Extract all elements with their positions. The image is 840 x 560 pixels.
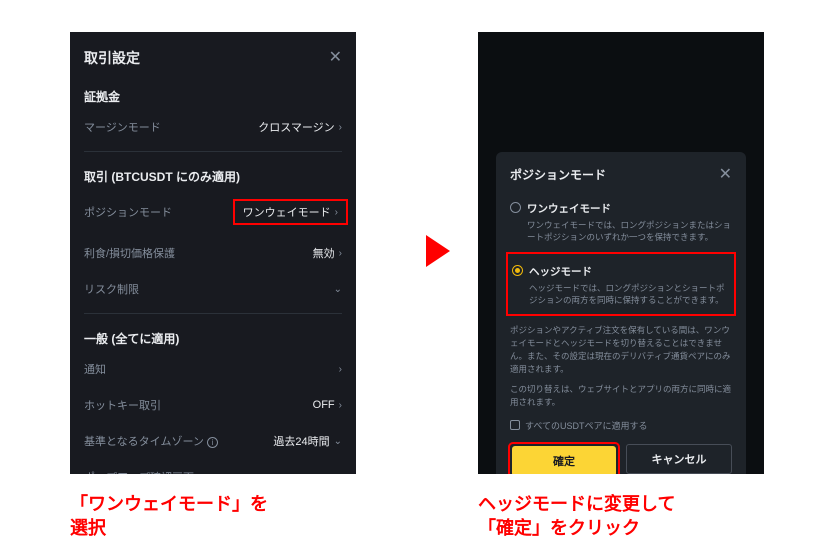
position-mode-value: ワンウェイモード: [243, 204, 331, 220]
checkbox-icon: [510, 420, 520, 430]
divider: [84, 313, 342, 314]
position-mode-label: ポジションモード: [84, 204, 172, 220]
popup-confirm-label: ポップアップ確認画面: [84, 469, 194, 474]
confirm-button[interactable]: 確定: [512, 446, 616, 474]
hotkey-row[interactable]: ホットキー取引 OFF ›: [70, 387, 356, 423]
oneway-desc: ワンウェイモードでは、ロングポジションまたはショートポジションのいずれか一つを保…: [527, 219, 732, 244]
hotkey-label: ホットキー取引: [84, 397, 161, 413]
panel-title: 取引設定: [84, 48, 140, 68]
oneway-option[interactable]: ワンウェイモード ワンウェイモードでは、ロングポジションまたはショートポジション…: [510, 195, 732, 252]
modal-note-2: この切り替えは、ウェブサイトとアプリの両方に同時に適用されます。: [510, 383, 732, 409]
oneway-name: ワンウェイモード: [527, 201, 611, 216]
arrow-right-icon: [426, 235, 450, 267]
position-mode-panel: ポジションモード ✕ ワンウェイモード ワンウェイモードでは、ロングポジションま…: [478, 32, 764, 474]
risk-limit-label: リスク制限: [84, 281, 139, 297]
timezone-row[interactable]: 基準となるタイムゾーンi 過去24時間 ⌄: [70, 423, 356, 459]
close-icon[interactable]: ✕: [719, 167, 732, 183]
chevron-down-icon: ⌄: [334, 472, 342, 475]
margin-mode-value: クロスマージン: [258, 119, 334, 135]
apply-all-checkbox[interactable]: すべてのUSDTペアに適用する: [510, 419, 732, 432]
position-mode-modal: ポジションモード ✕ ワンウェイモード ワンウェイモードでは、ロングポジションま…: [496, 152, 746, 474]
chevron-right-icon: ›: [339, 364, 342, 375]
section-margin: 証拠金: [70, 78, 356, 109]
caption-left: 「ワンウェイモード」を選択: [70, 492, 268, 541]
divider: [84, 151, 342, 152]
modal-title: ポジションモード: [510, 166, 606, 183]
hedge-option[interactable]: ヘッジモード ヘッジモードでは、ロングポジションとショートポジションの両方を同時…: [512, 258, 730, 309]
section-trade: 取引 (BTCUSDT にのみ適用): [70, 158, 356, 189]
chevron-right-icon: ›: [339, 400, 342, 411]
trade-settings-panel: 取引設定 ✕ 証拠金 マージンモード クロスマージン › 取引 (BTCUSDT…: [70, 32, 356, 474]
price-protect-label: 利食/損切価格保護: [84, 245, 175, 261]
modal-note-1: ポジションやアクティブ注文を保有している間は、ワンウェイモードとヘッジモードを切…: [510, 324, 732, 375]
timezone-value: 過去24時間: [273, 433, 329, 449]
price-protect-row[interactable]: 利食/損切価格保護 無効 ›: [70, 235, 356, 271]
radio-unselected-icon: [510, 202, 521, 213]
margin-mode-row[interactable]: マージンモード クロスマージン ›: [70, 109, 356, 145]
info-icon: i: [207, 437, 218, 448]
popup-confirm-row[interactable]: ポップアップ確認画面 ⌄: [70, 459, 356, 474]
hedge-name: ヘッジモード: [529, 264, 592, 279]
caption-right: ヘッジモードに変更して「確定」をクリック: [478, 492, 675, 541]
chevron-right-icon: ›: [335, 207, 338, 218]
chevron-down-icon: ⌄: [334, 284, 342, 295]
hotkey-value: OFF: [313, 399, 335, 411]
close-icon[interactable]: ✕: [329, 50, 342, 66]
hedge-desc: ヘッジモードでは、ロングポジションとショートポジションの両方を同時に保持すること…: [529, 282, 730, 307]
chevron-right-icon: ›: [339, 248, 342, 259]
notify-row[interactable]: 通知 ›: [70, 351, 356, 387]
margin-mode-label: マージンモード: [84, 119, 161, 135]
risk-limit-row[interactable]: リスク制限 ⌄: [70, 271, 356, 307]
timezone-label: 基準となるタイムゾーンi: [84, 433, 218, 449]
price-protect-value: 無効: [313, 245, 335, 261]
notify-label: 通知: [84, 361, 106, 377]
cancel-button[interactable]: キャンセル: [626, 444, 732, 474]
chevron-right-icon: ›: [339, 122, 342, 133]
position-mode-row[interactable]: ポジションモード ワンウェイモード ›: [70, 189, 356, 235]
apply-all-label: すべてのUSDTペアに適用する: [525, 419, 648, 432]
section-general: 一般 (全てに適用): [70, 320, 356, 351]
chevron-down-icon: ⌄: [334, 436, 342, 447]
radio-selected-icon: [512, 265, 523, 276]
